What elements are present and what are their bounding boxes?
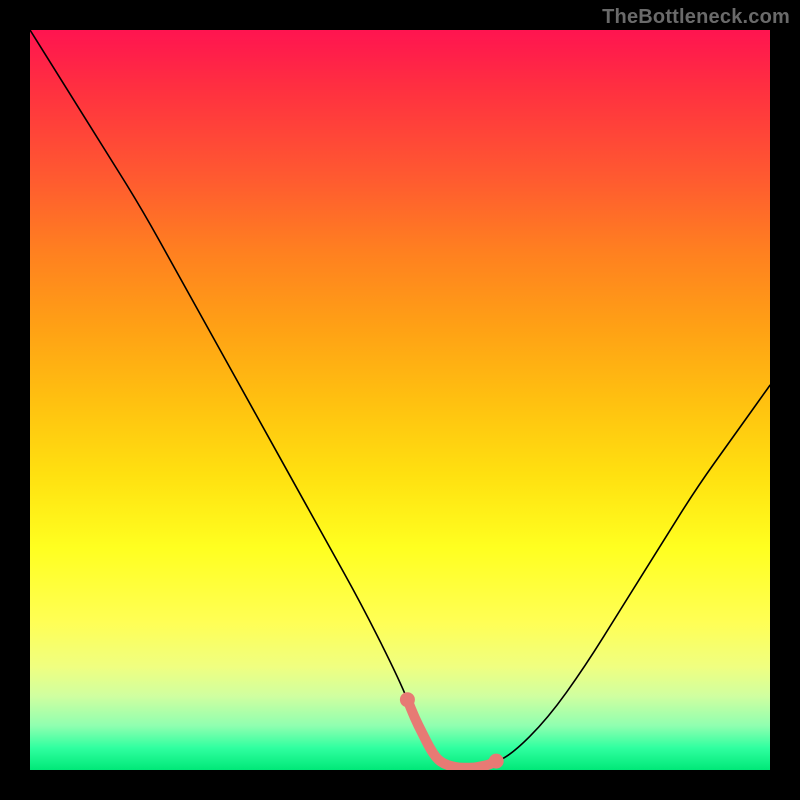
plot-area xyxy=(30,30,770,770)
watermark-text: TheBottleneck.com xyxy=(602,6,790,29)
chart-frame: TheBottleneck.com xyxy=(0,0,800,800)
curve-line xyxy=(30,30,770,768)
chart-svg xyxy=(30,30,770,770)
curve-highlight xyxy=(400,692,504,768)
